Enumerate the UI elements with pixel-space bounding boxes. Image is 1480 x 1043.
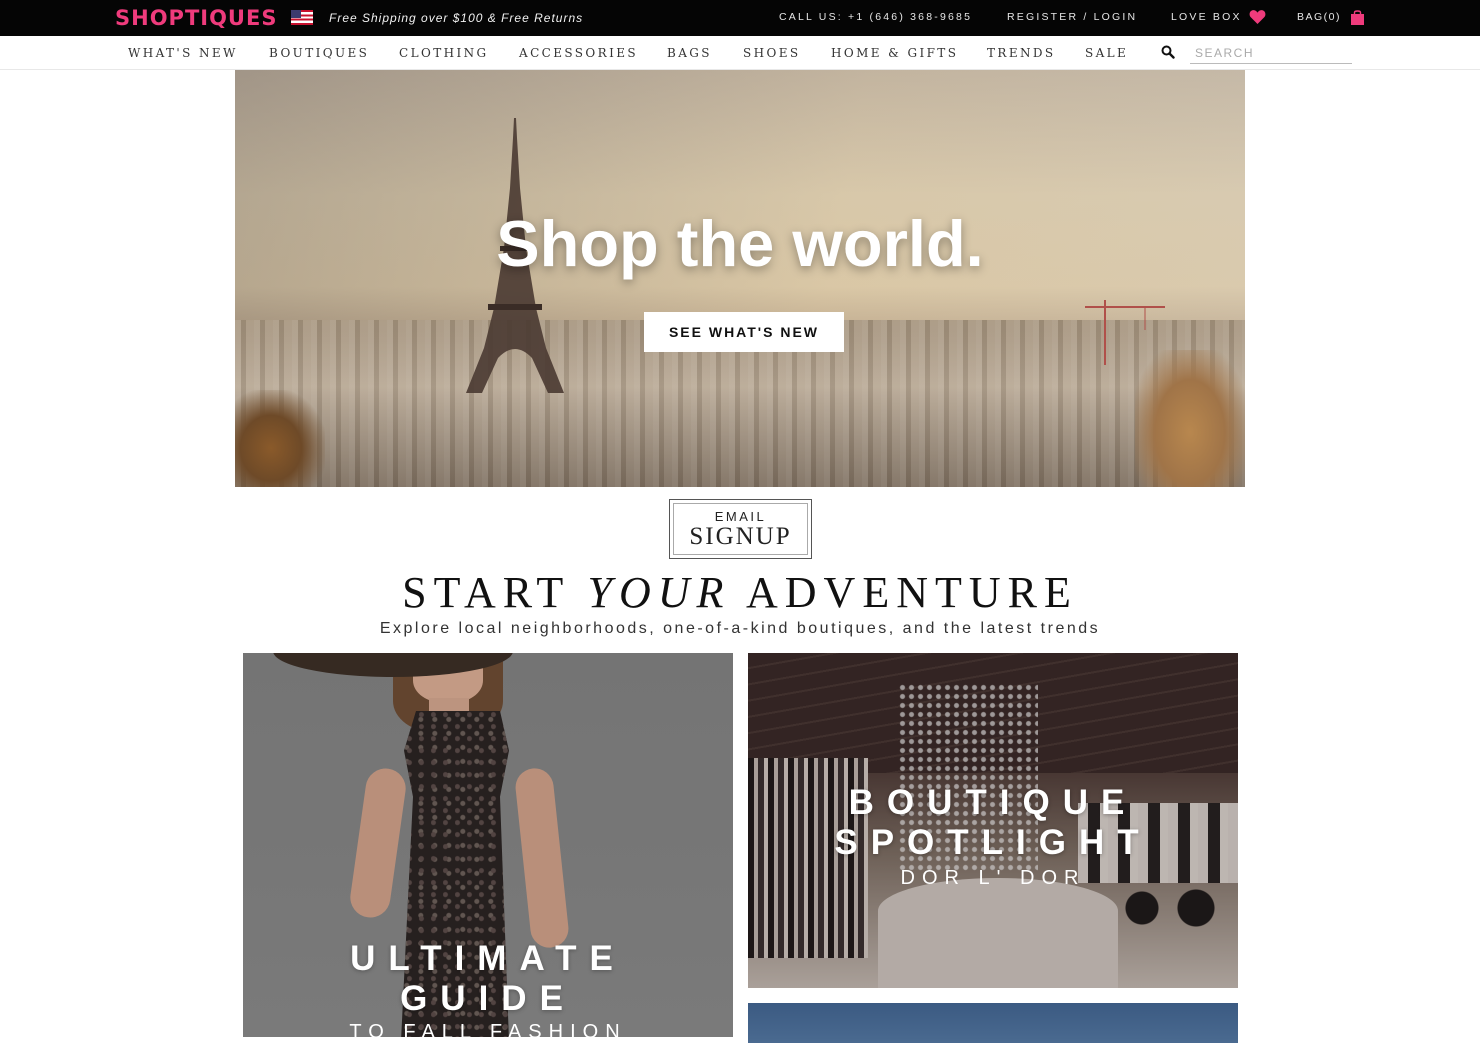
see-whats-new-button[interactable]: SEE WHAT'S NEW	[644, 312, 844, 352]
spotlight-subtitle: DOR L' DOR	[900, 867, 1086, 889]
shopping-bag-icon[interactable]	[1350, 9, 1365, 25]
register-login-link[interactable]: REGISTER / LOGIN	[1007, 11, 1137, 23]
signup-label-top: EMAIL	[714, 509, 767, 524]
site-logo[interactable]: SHOPTIQUES	[115, 6, 277, 30]
next-feature-tile[interactable]	[748, 1003, 1238, 1043]
hero-sky	[235, 70, 1245, 321]
spotlight-title-line1: BOUTIQUE	[848, 783, 1138, 822]
guide-title-line2: GUIDE	[400, 979, 576, 1018]
adventure-title-end: ADVENTURE	[730, 568, 1078, 617]
nav-item-accessories[interactable]: ACCESSORIES	[519, 46, 638, 60]
spotlight-title-line2: SPOTLIGHT	[834, 823, 1152, 862]
search-icon[interactable]	[1161, 45, 1175, 59]
guide-subtitle: TO FALL FASHION	[349, 1021, 627, 1037]
adventure-title-start: START	[402, 568, 588, 617]
nav-item-home-gifts[interactable]: HOME & GIFTS	[831, 46, 958, 60]
nav-item-trends[interactable]: TRENDS	[987, 46, 1056, 60]
search-input[interactable]	[1190, 42, 1352, 64]
shipping-promo: Free Shipping over $100 & Free Returns	[329, 11, 584, 25]
bag-link[interactable]: BAG(0)	[1297, 11, 1341, 23]
nav-item-clothing[interactable]: CLOTHING	[399, 46, 488, 60]
guide-title-line1: ULTIMATE	[350, 939, 626, 978]
hero-trees-right	[1135, 350, 1245, 487]
boutique-spotlight-tile[interactable]: BOUTIQUE SPOTLIGHT DOR L' DOR	[748, 653, 1238, 988]
call-us-link[interactable]: CALL US: +1 (646) 368-9685	[779, 11, 972, 23]
nav-item-sale[interactable]: SALE	[1085, 46, 1128, 60]
top-bar: SHOPTIQUES Free Shipping over $100 & Fre…	[0, 0, 1480, 36]
nav-item-bags[interactable]: BAGS	[667, 46, 712, 60]
adventure-title-emphasis: YOUR	[587, 568, 731, 617]
adventure-subtitle: Explore local neighborhoods, one-of-a-ki…	[379, 620, 1101, 637]
heart-icon[interactable]	[1249, 9, 1266, 24]
main-nav: WHAT'S NEW BOUTIQUES CLOTHING ACCESSORIE…	[0, 36, 1480, 70]
email-signup-button[interactable]: EMAIL SIGNUP	[669, 499, 812, 559]
us-flag-icon[interactable]	[291, 10, 313, 25]
nav-item-shoes[interactable]: SHOES	[743, 46, 801, 60]
hero-banner[interactable]: Shop the world. SEE WHAT'S NEW	[235, 70, 1245, 487]
adventure-title: START YOUR ADVENTURE	[0, 567, 1480, 618]
nav-item-boutiques[interactable]: BOUTIQUES	[269, 46, 369, 60]
nav-item-whats-new[interactable]: WHAT'S NEW	[128, 46, 238, 60]
ultimate-guide-tile[interactable]: ULTIMATE GUIDE TO FALL FASHION	[243, 653, 733, 1037]
signup-label-bottom: SIGNUP	[689, 523, 792, 550]
crane-image	[1085, 300, 1165, 365]
hero-trees-left	[235, 390, 325, 487]
love-box-link[interactable]: LOVE BOX	[1171, 11, 1242, 23]
hero-title: Shop the world.	[496, 207, 984, 280]
